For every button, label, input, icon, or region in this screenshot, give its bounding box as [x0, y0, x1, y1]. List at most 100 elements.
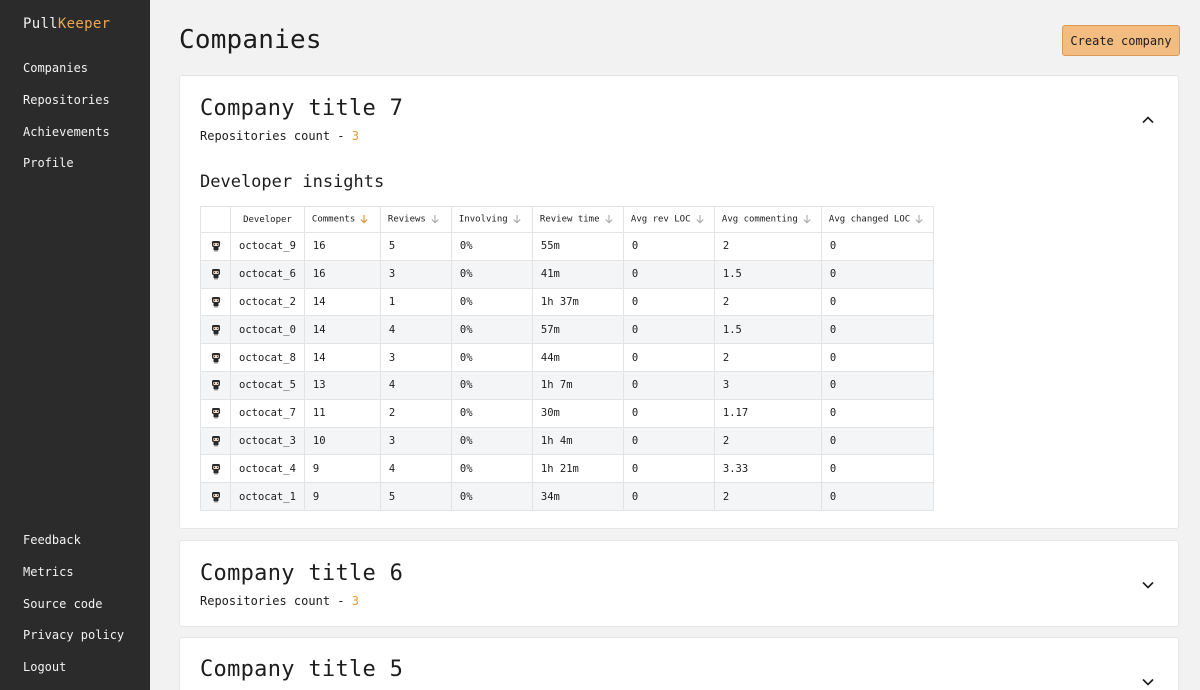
- avg-commenting-value: 3.33: [713, 454, 822, 484]
- reviews-value: 3: [379, 426, 452, 456]
- column-header-avg-rev-loc[interactable]: Avg rev LOC: [622, 206, 715, 233]
- review-time-value: 55m: [531, 232, 624, 261]
- sidebar-item-companies[interactable]: Companies: [23, 61, 110, 93]
- sort-arrow-down-icon[interactable]: [695, 214, 705, 224]
- review-time-value: 30m: [531, 398, 624, 428]
- table-row: octocat_5 13 4 0% 1h 7m 0 3 0: [200, 370, 934, 400]
- column-header-reviews[interactable]: Reviews: [379, 206, 452, 233]
- avg-commenting-value: 2: [713, 232, 822, 261]
- sidebar-item-feedback[interactable]: Feedback: [23, 533, 124, 565]
- avatar-cell: [200, 315, 231, 345]
- create-company-button[interactable]: Create company: [1062, 25, 1180, 56]
- review-time-value: 1h 7m: [531, 370, 624, 400]
- sort-arrow-down-icon[interactable]: [604, 214, 614, 224]
- avg-changed-loc-value: 0: [820, 370, 934, 400]
- developer-name[interactable]: octocat_7: [230, 398, 305, 428]
- avatar-cell: [200, 343, 231, 372]
- company-card: Company title 7 Repositories count - 3 D…: [179, 75, 1179, 529]
- octocat-avatar-icon: [211, 380, 220, 391]
- developer-name[interactable]: octocat_6: [230, 259, 305, 289]
- app-logo[interactable]: PullKeeper: [23, 16, 110, 32]
- table-row: octocat_6 16 3 0% 41m 0 1.5 0: [200, 259, 934, 289]
- sidebar-item-logout[interactable]: Logout: [23, 660, 124, 690]
- sort-arrow-down-icon[interactable]: [802, 214, 812, 224]
- sidebar-item-source-code[interactable]: Source code: [23, 597, 124, 629]
- developer-name[interactable]: octocat_9: [230, 232, 305, 261]
- avg-rev-loc-value: 0: [622, 398, 715, 428]
- repositories-count: Repositories count - 3: [200, 129, 359, 143]
- involving-value: 0%: [450, 398, 533, 428]
- chevron-down-icon[interactable]: [1140, 577, 1156, 593]
- sidebar-item-repositories[interactable]: Repositories: [23, 93, 110, 125]
- review-time-value: 1h 37m: [531, 287, 624, 317]
- avatar-cell: [200, 232, 231, 261]
- involving-value: 0%: [450, 315, 533, 345]
- comments-value: 16: [303, 232, 381, 261]
- developer-name[interactable]: octocat_3: [230, 426, 305, 456]
- company-title[interactable]: Company title 6: [200, 561, 403, 586]
- repositories-count-value: 3: [351, 594, 359, 608]
- column-header-involving[interactable]: Involving: [450, 206, 533, 233]
- developer-insights-table: Developer Comments Reviews Involving Rev…: [200, 206, 934, 511]
- developer-name[interactable]: octocat_2: [230, 287, 305, 317]
- reviews-value: 1: [379, 287, 452, 317]
- sidebar-item-achievements[interactable]: Achievements: [23, 125, 110, 157]
- sidebar-nav-bottom: Feedback Metrics Source code Privacy pol…: [23, 533, 124, 690]
- avg-changed-loc-value: 0: [820, 287, 934, 317]
- table-row: octocat_1 9 5 0% 34m 0 2 0: [200, 482, 934, 511]
- octocat-avatar-icon: [211, 241, 220, 252]
- octocat-avatar-icon: [211, 435, 220, 447]
- involving-value: 0%: [450, 370, 533, 400]
- avg-rev-loc-value: 0: [622, 315, 715, 345]
- company-card: Company title 5: [179, 637, 1179, 690]
- sidebar-item-profile[interactable]: Profile: [23, 156, 110, 188]
- involving-value: 0%: [450, 259, 533, 289]
- sort-arrow-down-icon[interactable]: [359, 214, 369, 224]
- sort-arrow-down-icon[interactable]: [430, 214, 440, 224]
- avatar-column-header: [200, 206, 231, 233]
- review-time-value: 1h 4m: [531, 426, 624, 456]
- developer-name[interactable]: octocat_1: [230, 482, 305, 511]
- sort-arrow-down-icon[interactable]: [914, 214, 924, 224]
- chevron-down-icon[interactable]: [1140, 674, 1156, 690]
- sidebar-item-metrics[interactable]: Metrics: [23, 565, 124, 597]
- octocat-avatar-icon: [211, 408, 220, 419]
- column-header-label: Involving: [458, 214, 508, 225]
- company-title[interactable]: Company title 7: [200, 96, 403, 121]
- table-header-row: Developer Comments Reviews Involving Rev…: [200, 206, 934, 233]
- company-title[interactable]: Company title 5: [200, 657, 403, 682]
- developer-name[interactable]: octocat_8: [230, 343, 305, 372]
- sort-arrow-down-icon[interactable]: [512, 214, 522, 224]
- sidebar: PullKeeper Companies Repositories Achiev…: [0, 0, 150, 690]
- column-header-developer[interactable]: Developer: [230, 206, 305, 233]
- repositories-count-label: Repositories count -: [200, 594, 352, 608]
- developer-name[interactable]: octocat_0: [230, 315, 305, 345]
- avg-changed-loc-value: 0: [820, 482, 934, 511]
- avg-changed-loc-value: 0: [820, 398, 934, 428]
- developer-insights-title: Developer insights: [200, 172, 385, 192]
- column-header-avg-commenting[interactable]: Avg commenting: [713, 206, 822, 233]
- column-header-review-time[interactable]: Review time: [531, 206, 624, 233]
- octocat-avatar-icon: [211, 352, 220, 364]
- reviews-value: 3: [379, 343, 452, 372]
- developer-name[interactable]: octocat_5: [230, 370, 305, 400]
- avg-changed-loc-value: 0: [820, 315, 934, 345]
- sidebar-item-privacy-policy[interactable]: Privacy policy: [23, 628, 124, 660]
- avg-changed-loc-value: 0: [820, 454, 934, 484]
- chevron-up-icon[interactable]: [1140, 112, 1156, 128]
- avg-rev-loc-value: 0: [622, 259, 715, 289]
- column-header-avg-changed-loc[interactable]: Avg changed LOC: [820, 206, 934, 233]
- column-header-comments[interactable]: Comments: [303, 206, 381, 233]
- avg-changed-loc-value: 0: [820, 259, 934, 289]
- sidebar-nav-top: Companies Repositories Achievements Prof…: [23, 61, 110, 188]
- involving-value: 0%: [450, 426, 533, 456]
- avg-commenting-value: 2: [713, 343, 822, 372]
- developer-table-body: octocat_9 16 5 0% 55m 0 2 0 octocat_6 16 3 0% 41m 0 1.…: [200, 232, 934, 511]
- comments-value: 16: [303, 259, 381, 289]
- octocat-avatar-icon: [211, 269, 220, 280]
- repositories-count-label: Repositories count -: [200, 129, 352, 143]
- developer-name[interactable]: octocat_4: [230, 454, 305, 484]
- reviews-value: 5: [379, 232, 452, 261]
- repositories-count: Repositories count - 3: [200, 594, 359, 608]
- avg-rev-loc-value: 0: [622, 287, 715, 317]
